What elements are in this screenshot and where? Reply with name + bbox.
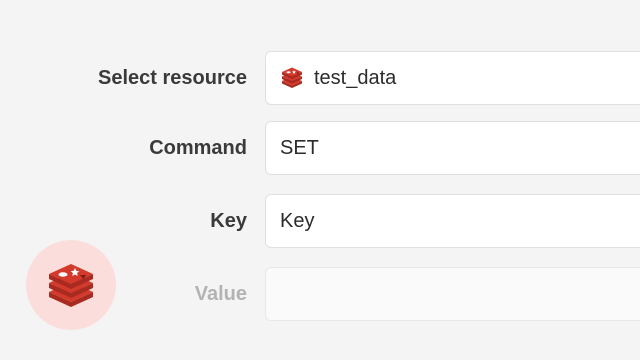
redis-query-form: Select resource test_data Command SET Ke… — [0, 0, 640, 360]
command-field[interactable]: SET — [265, 121, 640, 175]
select-resource-dropdown[interactable]: test_data — [265, 51, 640, 105]
value-input[interactable] — [265, 267, 640, 321]
key-value: Key — [280, 210, 315, 232]
redis-icon — [280, 66, 304, 90]
select-resource-label: Select resource — [98, 67, 247, 89]
redis-logo-badge — [26, 240, 116, 330]
key-input[interactable]: Key — [265, 194, 640, 248]
command-label: Command — [149, 137, 247, 159]
command-value: SET — [280, 137, 319, 159]
redis-logo — [49, 264, 93, 307]
key-label: Key — [210, 210, 247, 232]
selected-resource-value: test_data — [314, 67, 397, 89]
